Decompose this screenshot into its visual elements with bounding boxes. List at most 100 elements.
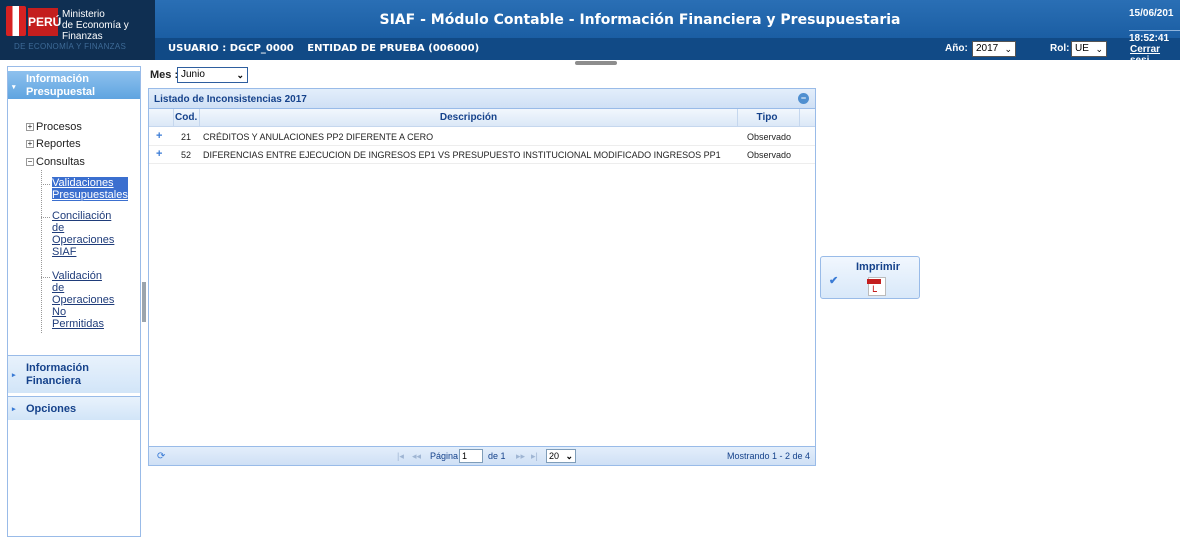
tree-item-reportes[interactable]: + Reportes [26, 138, 81, 150]
column-header-description[interactable]: Descripción [201, 112, 736, 123]
ministry-logo: PERÚ Ministerio de Economía y Finanzas D… [0, 0, 155, 60]
leaf-line: Permitidas [52, 318, 104, 330]
page-size-select[interactable]: 20 ⌄ [546, 449, 576, 463]
sidebar-section-informacion-presupuestal[interactable]: ▾ Información Presupuestal [8, 71, 140, 99]
month-select[interactable]: Junio ⌄ [177, 67, 248, 83]
tree-label: Reportes [36, 138, 81, 150]
tree-item-consultas[interactable]: − Consultas [26, 156, 85, 168]
row-description: DIFERENCIAS ENTRE EJECUCION DE INGRESOS … [203, 150, 721, 160]
leaf-line: de [52, 222, 65, 234]
tree-connector [41, 170, 42, 333]
section-label: Opciones [26, 403, 77, 415]
column-divider [799, 109, 800, 127]
pdf-icon: ᒪ [867, 277, 886, 296]
sidebar-section-opciones[interactable]: ▸ Opciones [8, 396, 140, 420]
entity-label: ENTIDAD DE PRUEBA (006000) [307, 43, 480, 54]
leaf-line: Validación [52, 270, 102, 282]
tree-connector [41, 217, 50, 218]
column-divider [737, 109, 738, 127]
leaf-line: Conciliación [52, 210, 112, 222]
grid-header: Cod. Descripción Tipo [149, 109, 815, 127]
tree-leaf-conciliacion-operaciones[interactable]: Conciliación de Operaciones SIAF [52, 210, 114, 258]
header-date: 15/06/201 [1129, 8, 1174, 19]
tree-connector [41, 277, 50, 278]
row-code: 52 [181, 150, 192, 160]
app-title: SIAF - Módulo Contable - Información Fin… [379, 12, 901, 28]
first-page-icon[interactable]: |◂ [397, 451, 404, 462]
pager-summary: Mostrando 1 - 2 de 4 [727, 451, 811, 461]
page-input[interactable]: 1 [459, 449, 483, 463]
tree-leaf-validacion-operaciones-no-permitidas[interactable]: Validación de Operaciones No Permitidas [52, 270, 114, 330]
header-collapse-handle[interactable] [575, 61, 617, 65]
page-label: Página [430, 451, 459, 461]
app-header: PERÚ Ministerio de Economía y Finanzas D… [0, 0, 1180, 66]
leaf-line: Operaciones [52, 234, 115, 246]
column-divider [199, 109, 200, 127]
caret-icon: ▸ [12, 406, 16, 413]
row-description: CRÉDITOS Y ANULACIONES PP2 DIFERENTE A C… [203, 132, 434, 142]
sidebar-splitter[interactable] [142, 282, 146, 322]
next-page-icon[interactable]: ▸▸ [516, 451, 525, 462]
dropdown-arrow-icon: ⌄ [565, 451, 573, 461]
row-type: Observado [747, 150, 792, 160]
section-label-line2: Presupuestal [26, 86, 96, 98]
logo-ministry-line1: Ministerio [62, 9, 105, 20]
logout-link[interactable]: Cerrar sesi [1130, 44, 1180, 66]
dropdown-arrow-icon: ⌄ [1095, 44, 1103, 54]
expand-row-icon[interactable]: + [156, 130, 162, 142]
sidebar: ▾ Información Presupuestal + Procesos + Re… [7, 66, 141, 537]
caret-icon: ▾ [12, 84, 16, 91]
role-select-value: UE [1075, 43, 1089, 54]
year-select-value: 2017 [976, 43, 999, 54]
pager-bar: ⟳ |◂ ◂◂ Página 1 de 1 ▸▸ ▸| 20 ⌄ Mostran… [149, 446, 815, 465]
print-button[interactable]: ✔ Imprimir ᒪ [820, 256, 920, 299]
role-label: Rol: [1050, 43, 1070, 54]
last-page-icon[interactable]: ▸| [531, 451, 538, 462]
year-select[interactable]: 2017 ⌄ [972, 41, 1016, 57]
table-row[interactable]: + 52 DIFERENCIAS ENTRE EJECUCION DE INGR… [149, 146, 815, 164]
leaf-line: de [52, 282, 65, 294]
refresh-icon[interactable]: ⟳ [157, 451, 165, 462]
section-label-line1: Información [26, 73, 89, 85]
panel-header: Listado de Inconsistencias 2017 − [149, 89, 815, 109]
pdf-symbol: ᒪ [872, 284, 878, 294]
user-info: USUARIO : DGCP_0000 ENTIDAD DE PRUEBA (0… [168, 43, 489, 54]
tree-connector [41, 184, 50, 185]
tree-label: Procesos [36, 121, 82, 133]
column-divider [173, 109, 174, 127]
checkmark-icon: ✔ [829, 275, 839, 287]
caret-icon: ▸ [12, 372, 16, 379]
tree-label: Consultas [36, 156, 85, 168]
collapse-panel-icon[interactable]: − [798, 93, 809, 104]
collapse-tree-icon[interactable]: − [26, 158, 34, 167]
section-label-line1: Información [26, 362, 89, 374]
print-label: Imprimir [855, 261, 900, 273]
leaf-line: SIAF [52, 246, 77, 258]
panel-title: Listado de Inconsistencias 2017 [154, 94, 307, 105]
column-header-code[interactable]: Cod. [175, 112, 197, 123]
leaf-line: Presupuestales [52, 189, 128, 201]
column-header-type[interactable]: Tipo [739, 112, 795, 123]
logo-ministry-line2: de Economía y Finanzas [62, 20, 129, 42]
month-select-value: Junio [181, 69, 205, 80]
role-select[interactable]: UE ⌄ [1071, 41, 1107, 57]
header-time: 18:52:41 [1129, 30, 1180, 44]
tree-leaf-validaciones-presupuestales[interactable]: Validaciones Presupuestales [52, 177, 128, 201]
expand-tree-icon[interactable]: + [26, 123, 34, 132]
logo-country: PERÚ [28, 8, 61, 36]
month-label: Mes : [150, 69, 179, 81]
page-size-value: 20 [549, 451, 560, 461]
table-row[interactable]: + 21 CRÉDITOS Y ANULACIONES PP2 DIFERENT… [149, 128, 815, 146]
logo-tagline: DE ECONOMÍA Y FINANZAS [14, 42, 127, 51]
page-of-label: de 1 [488, 451, 506, 461]
tree-item-procesos[interactable]: + Procesos [26, 121, 82, 133]
section-label-line2: Financiera [26, 375, 82, 387]
expand-row-icon[interactable]: + [156, 148, 162, 160]
flag-icon [6, 6, 26, 36]
row-code: 21 [181, 132, 192, 142]
leaf-line: Validaciones [52, 177, 114, 189]
row-type: Observado [747, 132, 792, 142]
sidebar-section-informacion-financiera[interactable]: ▸ Información Financiera [8, 355, 140, 393]
expand-tree-icon[interactable]: + [26, 140, 34, 149]
prev-page-icon[interactable]: ◂◂ [412, 451, 421, 462]
